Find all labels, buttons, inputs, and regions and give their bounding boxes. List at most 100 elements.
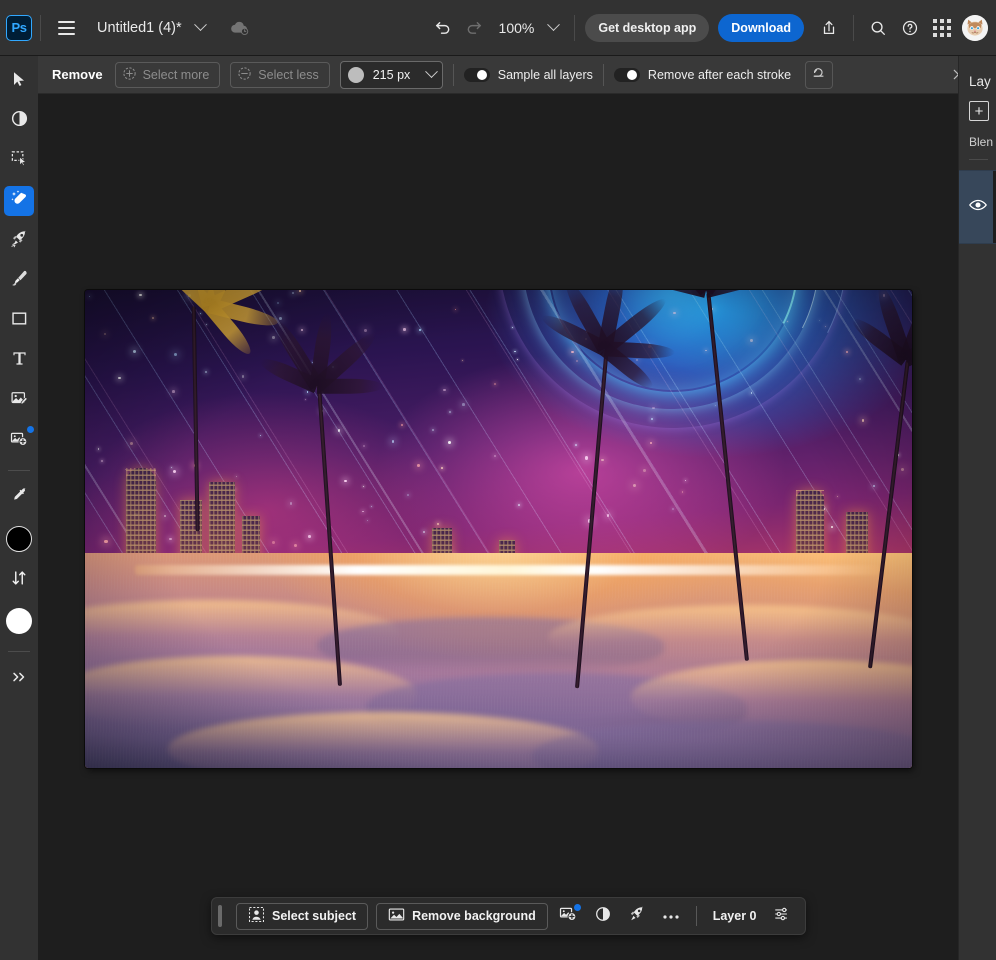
new-feature-badge bbox=[27, 426, 34, 433]
current-layer-name[interactable]: Layer 0 bbox=[709, 909, 761, 923]
sidebar-item-remove-tool[interactable] bbox=[4, 186, 34, 216]
eyedropper-icon bbox=[10, 486, 29, 510]
active-tool-label: Remove bbox=[52, 67, 103, 82]
toolbar-divider bbox=[8, 470, 30, 471]
generative-button[interactable] bbox=[624, 903, 650, 929]
sparkle-brush-icon bbox=[10, 189, 29, 213]
drag-handle[interactable] bbox=[218, 905, 222, 927]
document-title: Untitled1 (4)* bbox=[97, 20, 182, 36]
divider bbox=[603, 64, 604, 86]
add-image-button[interactable] bbox=[556, 903, 582, 929]
foreground-color[interactable] bbox=[6, 526, 32, 552]
sidebar-item-move-tool[interactable] bbox=[4, 66, 34, 96]
chevron-down-icon[interactable] bbox=[188, 15, 214, 41]
sample-all-layers-toggle[interactable] bbox=[464, 68, 490, 82]
remove-background-button[interactable]: Remove background bbox=[376, 903, 548, 930]
eye-icon[interactable] bbox=[968, 195, 988, 220]
brush-preview-icon bbox=[348, 67, 364, 83]
sidebar-item-marquee-select-tool[interactable] bbox=[4, 146, 34, 176]
sidebar-item-shape-tool[interactable] bbox=[4, 306, 34, 336]
marquee-select-icon bbox=[10, 149, 29, 173]
toolbar-divider bbox=[8, 651, 30, 652]
ellipsis-icon bbox=[662, 907, 680, 925]
reset-button[interactable] bbox=[805, 61, 833, 89]
layer-row-selected[interactable] bbox=[959, 170, 996, 244]
select-more-label: Select more bbox=[143, 68, 210, 82]
paintbrush-icon bbox=[10, 269, 29, 293]
redo-icon[interactable] bbox=[459, 12, 491, 44]
divider bbox=[696, 906, 697, 926]
layers-panel: Lay + Blen bbox=[958, 56, 996, 960]
artwork-vignette bbox=[85, 290, 912, 768]
brush-chevron-down-icon[interactable] bbox=[427, 70, 436, 79]
canvas-area[interactable] bbox=[38, 94, 958, 960]
blending-mode-label: Blen bbox=[959, 121, 996, 149]
sidebar-item-contrast-tool[interactable] bbox=[4, 106, 34, 136]
tool-options-bar: Remove Select more Select less 215 px Sa… bbox=[38, 56, 996, 94]
divider bbox=[969, 159, 988, 160]
sample-all-layers-label: Sample all layers bbox=[498, 68, 593, 82]
background-color[interactable] bbox=[6, 608, 32, 634]
rectangle-icon bbox=[10, 309, 29, 333]
artboard-image[interactable] bbox=[85, 290, 912, 768]
add-layer-button[interactable]: + bbox=[969, 101, 989, 121]
help-circle-icon[interactable] bbox=[894, 12, 926, 44]
sidebar-item-eyedropper-tool[interactable] bbox=[4, 483, 34, 513]
image-icon bbox=[388, 906, 405, 926]
sidebar-item-type-tool[interactable] bbox=[4, 346, 34, 376]
adjustment-button[interactable] bbox=[590, 903, 616, 929]
user-avatar-cat[interactable] bbox=[962, 15, 988, 41]
remove-background-label: Remove background bbox=[412, 909, 536, 923]
swap-colors-button[interactable] bbox=[4, 565, 34, 595]
divider bbox=[853, 15, 854, 41]
select-less-label: Select less bbox=[258, 68, 318, 82]
plus-circle-icon bbox=[122, 66, 137, 84]
brush-size-picker[interactable]: 215 px bbox=[340, 61, 443, 89]
divider bbox=[453, 64, 454, 86]
remove-after-each-stroke-label: Remove after each stroke bbox=[648, 68, 791, 82]
layer-properties-button[interactable] bbox=[769, 903, 795, 929]
sidebar-item-generative-fill-tool[interactable] bbox=[4, 226, 34, 256]
divider bbox=[40, 15, 41, 41]
sidebar-item-brush-tool[interactable] bbox=[4, 266, 34, 296]
app-grid-icon[interactable] bbox=[926, 12, 958, 44]
select-more-button[interactable]: Select more bbox=[115, 62, 221, 88]
half-circle-icon bbox=[594, 905, 612, 928]
sample-all-layers-group[interactable]: Sample all layers bbox=[464, 68, 593, 82]
chevron-double-right-icon bbox=[10, 668, 28, 691]
sidebar-item-add-image-tool[interactable] bbox=[4, 426, 34, 456]
zoom-chevron-down-icon[interactable] bbox=[540, 15, 566, 41]
layers-panel-title: Lay bbox=[959, 56, 996, 89]
download-button[interactable]: Download bbox=[718, 14, 804, 42]
contextual-task-bar: Select subject Remove background Layer 0 bbox=[211, 897, 806, 935]
undo-icon[interactable] bbox=[427, 12, 459, 44]
cursor-arrow-icon bbox=[10, 70, 28, 93]
select-subject-button[interactable]: Select subject bbox=[236, 903, 368, 930]
remove-after-each-stroke-group[interactable]: Remove after each stroke bbox=[614, 68, 791, 82]
reset-arrow-icon bbox=[811, 64, 827, 85]
rocket-icon bbox=[10, 229, 29, 253]
sidebar-item-adjustments-tool[interactable] bbox=[4, 386, 34, 416]
zoom-level: 100% bbox=[499, 20, 535, 36]
brush-size-value: 215 px bbox=[373, 68, 411, 82]
more-options-button[interactable] bbox=[658, 903, 684, 929]
search-icon[interactable] bbox=[862, 12, 894, 44]
photoshop-logo[interactable]: Ps bbox=[6, 15, 32, 41]
share-icon[interactable] bbox=[813, 12, 845, 44]
rocket-icon bbox=[628, 905, 646, 928]
hamburger-icon[interactable] bbox=[51, 13, 81, 43]
remove-after-each-stroke-toggle[interactable] bbox=[614, 68, 640, 82]
plus-square-icon: + bbox=[975, 104, 984, 119]
photoshop-logo-text: Ps bbox=[12, 20, 27, 35]
get-desktop-app-button[interactable]: Get desktop app bbox=[585, 14, 709, 42]
select-less-button[interactable]: Select less bbox=[230, 62, 329, 88]
person-select-icon bbox=[248, 906, 265, 926]
image-edit-icon bbox=[10, 389, 29, 413]
half-circle-icon bbox=[10, 109, 29, 133]
background-color-swatch[interactable] bbox=[4, 605, 34, 637]
sliders-icon bbox=[773, 905, 791, 928]
swap-arrows-icon bbox=[10, 569, 28, 592]
foreground-color-swatch[interactable] bbox=[4, 523, 34, 555]
cloud-sync-icon bbox=[228, 16, 252, 40]
more-tools-button[interactable] bbox=[4, 664, 34, 694]
